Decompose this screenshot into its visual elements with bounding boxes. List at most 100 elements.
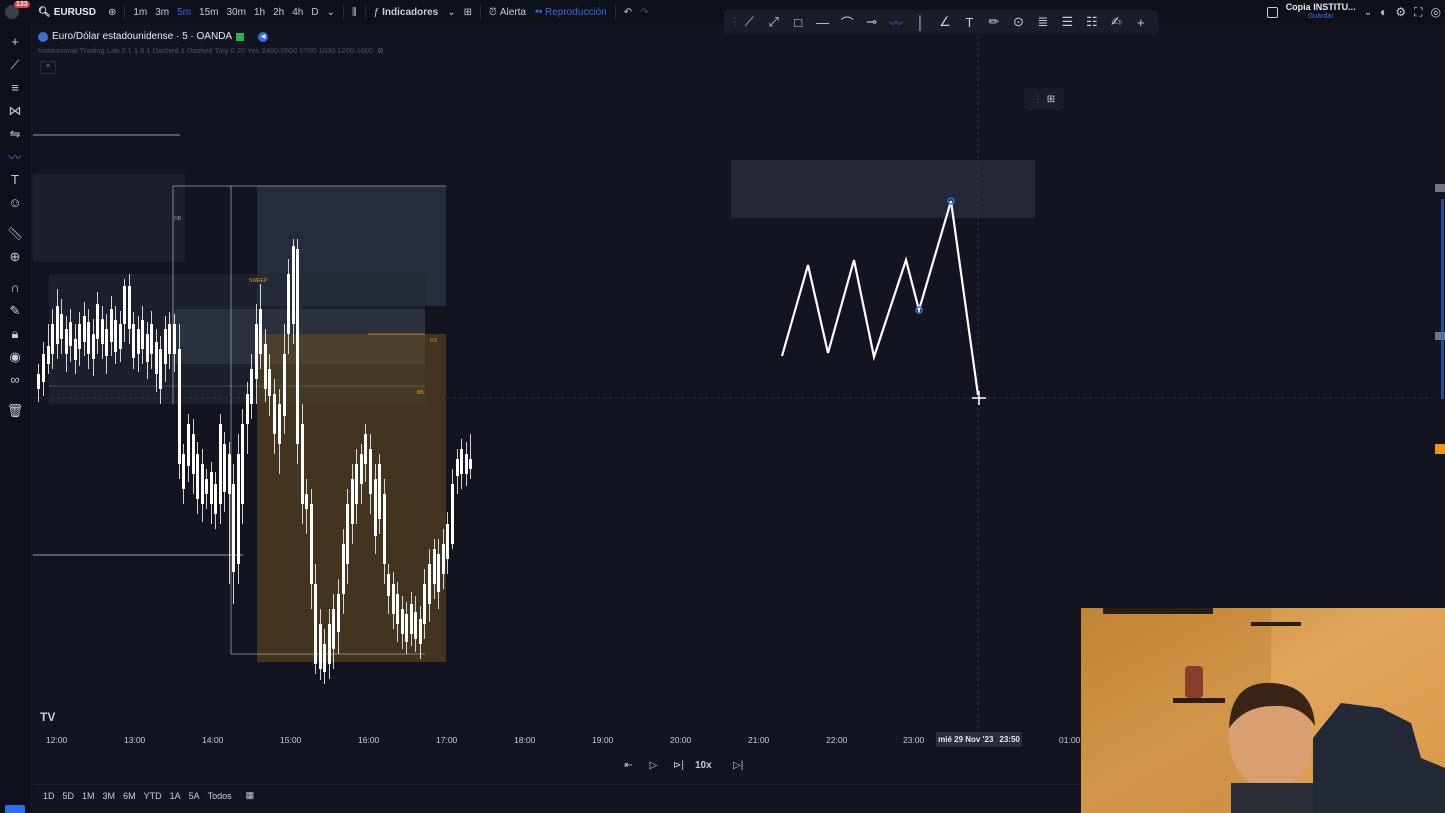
chart-type-button[interactable]: ⫼ (348, 0, 361, 24)
range-6m[interactable]: 6M (119, 791, 140, 801)
rectangle-icon[interactable]: □ (787, 11, 809, 33)
chevron-down-icon[interactable]: ⌄ (1364, 7, 1372, 18)
angle-icon[interactable]: ∠ (934, 11, 956, 33)
stay-drawing-icon[interactable]: ✎ (0, 299, 30, 322)
paint-icon[interactable]: ✍︎ (1105, 11, 1127, 33)
link-icon[interactable]: ∞ (0, 368, 30, 391)
range-all[interactable]: Todos (204, 791, 236, 801)
candle-body (423, 584, 426, 624)
chart-legend: Euro/Dólar estadounidense · 5 · OANDA ◀ … (38, 30, 384, 55)
time-label: 14:00 (202, 735, 224, 745)
range-5d[interactable]: 5D (59, 791, 79, 801)
replay-speed-button[interactable]: 10x (695, 760, 712, 771)
trend-line-icon[interactable]: ⟋ (0, 53, 30, 76)
alert-button[interactable]: ⏰︎ Alerta (485, 0, 530, 24)
replay-button[interactable]: ⏪︎ Reproducción (530, 0, 611, 24)
crosshair-icon[interactable]: + (0, 30, 30, 53)
step-forward-icon[interactable]: ⊳| (670, 760, 687, 771)
templates-button[interactable]: ⊞ (460, 0, 476, 24)
indicator-legend[interactable]: Institucional Trading Lab 2.1 1 9 1 Dash… (38, 46, 373, 55)
zoom-in-icon[interactable]: ⊕ (0, 245, 30, 268)
eye-icon[interactable]: ◉ (0, 345, 30, 368)
interval-d[interactable]: D (307, 0, 322, 24)
magnet-icon[interactable]: ∩ (0, 276, 30, 299)
crosshair-icon[interactable]: + (1130, 11, 1152, 33)
hide-eye-icon[interactable]: ⊘ (377, 46, 383, 55)
circle-icon[interactable]: ⊙ (1007, 11, 1029, 33)
layers-button[interactable]: ⋮ ⊞ (1024, 88, 1064, 110)
indicators-button[interactable]: ƒ Indicadores ⌄ (370, 0, 460, 24)
quick-search-icon[interactable]: ◐ (1380, 5, 1387, 19)
parallel-channel-icon[interactable]: ☰ (1056, 11, 1078, 33)
symbol-search-button[interactable]: 🔍︎ EURUSD (30, 0, 104, 24)
trend-line-icon[interactable]: ⟋ (738, 11, 760, 33)
pencil-icon[interactable]: ✏︎ (983, 11, 1005, 33)
pen-icon[interactable]: ⌒ (836, 11, 858, 33)
interval-5m[interactable]: 5m (173, 0, 195, 24)
interval-15m[interactable]: 15m (195, 0, 222, 24)
time-axis[interactable]: 12:00 13:00 14:00 15:00 16:00 17:00 18:0… (33, 730, 1081, 748)
calendar-icon[interactable]: ▦ (246, 790, 255, 801)
pattern-icon[interactable]: ⋈ (0, 99, 30, 122)
trash-icon[interactable]: 🗑︎ (0, 399, 30, 422)
user-avatar[interactable]: 133 (0, 0, 30, 24)
range-3m[interactable]: 3M (99, 791, 120, 801)
grid-icon: ⊞ (1046, 93, 1056, 105)
drag-handle-icon[interactable]: ⋮ (730, 17, 740, 28)
chart-title[interactable]: Euro/Dólar estadounidense · 5 · OANDA (52, 31, 232, 42)
compare-symbol-button[interactable]: ⊕ (104, 0, 120, 24)
time-label: 20:00 (670, 735, 692, 745)
jump-to-start-icon[interactable]: ⇤ (620, 760, 637, 771)
symbol-label: EURUSD (53, 6, 96, 18)
time-label: 17:00 (436, 735, 458, 745)
horizontal-ray-icon[interactable]: ⊸ (860, 11, 882, 33)
collapse-legend-button[interactable]: ^ (40, 61, 56, 74)
path-icon[interactable]: 〰 (885, 11, 907, 33)
text-icon[interactable]: T (0, 168, 30, 191)
candle-body (159, 349, 162, 389)
fib-icon[interactable]: ≣ (1032, 11, 1054, 33)
candle-body (387, 574, 390, 596)
settings-icon[interactable]: ⚙ (1395, 5, 1406, 19)
interval-30m[interactable]: 30m (223, 0, 250, 24)
checkbox-icon[interactable] (1266, 6, 1278, 18)
ruler-icon[interactable]: 📏︎ (0, 222, 30, 245)
text-icon[interactable]: T (958, 11, 980, 33)
vertical-line-icon[interactable]: │ (909, 11, 931, 33)
candle-body (128, 286, 131, 329)
interval-2h[interactable]: 2h (269, 0, 288, 24)
object-tree-button[interactable] (5, 805, 25, 813)
replay-controls: ⇤ ▷ ⊳| 10x ▷| (620, 755, 747, 775)
candles-icon: ⫼ (351, 6, 357, 18)
candle-body (178, 349, 181, 464)
candle-body (214, 484, 217, 514)
undo-button[interactable]: ↶ (620, 0, 636, 24)
fib-icon[interactable]: ≡ (0, 76, 30, 99)
brush-icon[interactable]: ⤢ (762, 11, 784, 33)
camera-icon[interactable]: ◎ (1431, 5, 1441, 19)
interval-4h[interactable]: 4h (288, 0, 307, 24)
lock-icon[interactable]: 🔒︎ (0, 322, 30, 345)
range-1d[interactable]: 1D (39, 791, 59, 801)
tradingview-logo[interactable]: TV (40, 710, 55, 724)
range-1a[interactable]: 1A (166, 791, 185, 801)
interval-1h[interactable]: 1h (250, 0, 269, 24)
fullscreen-icon[interactable]: ⛶ (1414, 5, 1422, 20)
interval-1m[interactable]: 1m (129, 0, 151, 24)
redo-button[interactable]: ↷ (636, 0, 652, 24)
range-1m[interactable]: 1M (78, 791, 99, 801)
interval-dropdown[interactable]: ⌄ (323, 0, 339, 24)
candle-body (83, 316, 86, 342)
horizontal-line-icon[interactable]: ― (811, 11, 833, 33)
layout-save-button[interactable]: Copia INSTITU... Guardar (1286, 3, 1356, 21)
jump-to-realtime-icon[interactable]: ▷| (730, 760, 747, 771)
range-ytd[interactable]: YTD (140, 791, 166, 801)
candle-body (419, 619, 422, 644)
play-icon[interactable]: ▷ (645, 760, 662, 771)
prediction-icon[interactable]: ⇋ (0, 122, 30, 145)
path-icon[interactable]: 〰 (0, 145, 30, 168)
list-icon[interactable]: ☷ (1081, 11, 1103, 33)
interval-3m[interactable]: 3m (151, 0, 173, 24)
emoji-icon[interactable]: ☺ (0, 191, 30, 214)
range-5a[interactable]: 5A (185, 791, 204, 801)
